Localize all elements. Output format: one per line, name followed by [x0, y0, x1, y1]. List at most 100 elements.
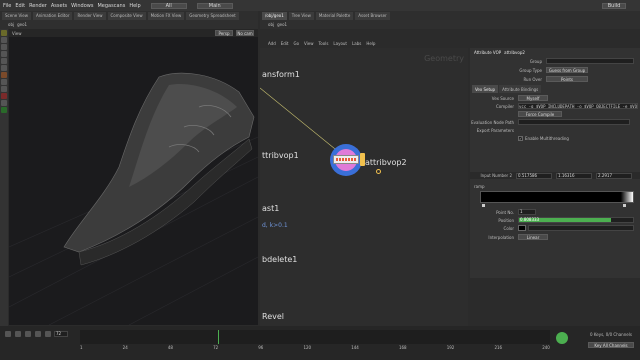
- network-menu-help[interactable]: Help: [366, 41, 375, 46]
- cam-menu[interactable]: No cam: [236, 30, 254, 36]
- tick-label: 120: [303, 345, 312, 350]
- step-forward-icon[interactable]: [35, 331, 41, 337]
- ramp-gradient[interactable]: [480, 191, 634, 203]
- menu-megascans[interactable]: Megascans: [97, 3, 125, 9]
- brush-tool-icon[interactable]: [1, 72, 7, 78]
- menu-assets[interactable]: Assets: [51, 3, 67, 9]
- handle-tool-icon[interactable]: [1, 58, 7, 64]
- node-blast1-param: d, k>0.1: [262, 222, 288, 229]
- lock-tool-icon[interactable]: [1, 100, 7, 106]
- eval-node-path-field[interactable]: [518, 119, 630, 125]
- tab-asset-browser[interactable]: Asset Browser: [355, 11, 390, 20]
- desktop-selector[interactable]: All: [150, 2, 187, 9]
- menu-windows[interactable]: Windows: [71, 3, 93, 9]
- pose-tool-icon[interactable]: [1, 65, 7, 71]
- tick-label: 48: [167, 345, 173, 350]
- param-header: Attribute VOP attribvop2: [470, 48, 640, 56]
- move-tool-icon[interactable]: [1, 37, 7, 43]
- tab-animation-editor[interactable]: Animation Editor: [32, 11, 73, 20]
- tab-composite-view[interactable]: Composite View: [107, 11, 146, 20]
- skip-start-icon[interactable]: [5, 331, 11, 337]
- tick-label: 96: [258, 345, 264, 350]
- input-value-x[interactable]: 0.517586: [516, 172, 552, 179]
- tab-scene-view[interactable]: Scene View: [2, 11, 31, 20]
- network-editor[interactable]: Geometry ansform1 ttribvop1 ast1 d, k>0.…: [260, 48, 468, 326]
- timeline-ticks: 1 24 48 72 96 120 144 168 192 216 240: [80, 345, 550, 350]
- network-menu-labs[interactable]: Labs: [352, 41, 361, 46]
- vop-icon-stripes: [336, 158, 356, 161]
- compiler-label: Compiler: [495, 104, 514, 109]
- tab-motion-fx-view[interactable]: Motion FX View: [147, 11, 185, 20]
- node-output-icon[interactable]: [376, 169, 381, 174]
- tab-render-view[interactable]: Render View: [74, 11, 106, 20]
- scale-tool-icon[interactable]: [1, 51, 7, 57]
- force-compile-button[interactable]: Force Compile: [518, 111, 562, 117]
- key-all-channels-button[interactable]: Key All Channels: [588, 342, 634, 348]
- compiler-field[interactable]: vcc -q $VOP_INCLUDEPATH -o $VOP_OBJECTFI…: [518, 103, 638, 109]
- tab-vex-setup[interactable]: Vex Setup: [472, 85, 499, 93]
- vop-icon: [333, 155, 359, 164]
- light-tool-icon[interactable]: [1, 107, 7, 113]
- viewport-path-bar: obj geo1: [0, 20, 258, 29]
- color-swatch[interactable]: [518, 225, 526, 231]
- node-attribdelete1[interactable]: bdelete1: [262, 255, 297, 264]
- vex-source-menu[interactable]: Myself: [518, 95, 548, 101]
- network-menu-view[interactable]: View: [304, 41, 314, 46]
- node-revel[interactable]: Revel: [262, 312, 284, 321]
- persp-menu[interactable]: Persp: [215, 30, 233, 36]
- tab-material-palette[interactable]: Material Palette: [315, 11, 354, 20]
- magnet-tool-icon[interactable]: [1, 93, 7, 99]
- tab-geometry-spreadsheet[interactable]: Geometry Spreadsheet: [186, 11, 239, 20]
- node-name-label[interactable]: attribvop2: [504, 50, 525, 55]
- attribvop2-node[interactable]: [330, 144, 365, 176]
- color-values-field[interactable]: [528, 225, 634, 231]
- skip-end-icon[interactable]: [45, 331, 51, 337]
- network-menu-go[interactable]: Go: [294, 41, 300, 46]
- step-back-icon[interactable]: [15, 331, 21, 337]
- point-no-field[interactable]: 1: [518, 209, 536, 215]
- network-menu: Add Edit Go View Tools Layout Labs Help: [260, 39, 468, 48]
- input-value-z[interactable]: 2.2917: [596, 172, 632, 179]
- tab-network-geo1[interactable]: /obj/geo1: [262, 11, 287, 20]
- current-frame-field[interactable]: 72: [54, 331, 68, 337]
- param-tabs: Vex Setup Attribute Bindings: [472, 85, 542, 93]
- interpolation-menu[interactable]: Linear: [518, 234, 548, 240]
- input-value-y[interactable]: 1.16316: [556, 172, 592, 179]
- multithreading-checkbox[interactable]: ✓: [518, 136, 523, 141]
- menu-render[interactable]: Render: [29, 3, 47, 9]
- network-path-obj[interactable]: obj: [268, 22, 274, 27]
- menu-file[interactable]: File: [3, 3, 11, 9]
- tab-attribute-bindings[interactable]: Attribute Bindings: [499, 85, 542, 93]
- snap-tool-icon[interactable]: [1, 86, 7, 92]
- rotate-tool-icon[interactable]: [1, 44, 7, 50]
- shoe-model[interactable]: [9, 37, 258, 325]
- menu-edit[interactable]: Edit: [15, 3, 25, 9]
- timeline-track[interactable]: [80, 330, 550, 344]
- network-menu-layout[interactable]: Layout: [333, 41, 347, 46]
- network-menu-tools[interactable]: Tools: [319, 41, 329, 46]
- run-over-menu[interactable]: Points: [546, 76, 588, 82]
- viewport[interactable]: View Persp No cam: [9, 29, 258, 325]
- path-obj[interactable]: obj: [8, 22, 14, 27]
- context-selector[interactable]: Main: [196, 2, 233, 9]
- group-type-menu[interactable]: Guess from Group: [546, 67, 588, 73]
- key-icon[interactable]: [556, 332, 568, 344]
- node-blast1[interactable]: ast1: [262, 204, 279, 213]
- ramp-key-icon[interactable]: [482, 204, 485, 207]
- view-tool-icon[interactable]: [1, 79, 7, 85]
- parameter-pane: Attribute VOP attribvop2 Group Group Typ…: [470, 48, 640, 278]
- play-icon[interactable]: [25, 331, 31, 337]
- node-transform1[interactable]: ansform1: [262, 70, 300, 79]
- playhead[interactable]: [218, 330, 219, 344]
- menu-help[interactable]: Help: [129, 3, 140, 9]
- tab-tree-view[interactable]: Tree View: [288, 11, 314, 20]
- select-tool-icon[interactable]: [1, 30, 7, 36]
- network-menu-add[interactable]: Add: [268, 41, 276, 46]
- network-menu-edit[interactable]: Edit: [281, 41, 289, 46]
- group-field[interactable]: [546, 58, 634, 64]
- network-path-geo[interactable]: geo1: [277, 22, 287, 27]
- path-geo[interactable]: geo1: [17, 22, 27, 27]
- node-attribvop1[interactable]: ttribvop1: [262, 151, 299, 160]
- build-selector[interactable]: Build: [602, 2, 626, 9]
- ramp-key-icon[interactable]: [623, 204, 626, 207]
